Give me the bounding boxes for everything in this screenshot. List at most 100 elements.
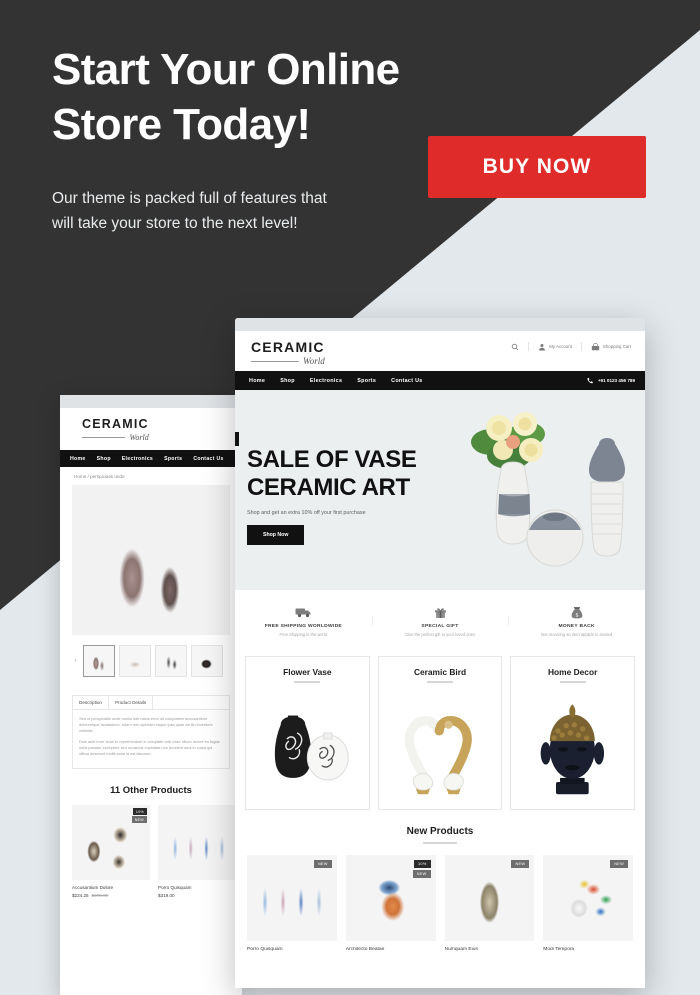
tab-description[interactable]: Description <box>73 696 109 709</box>
nav-item-sports[interactable]: Sports <box>357 378 376 384</box>
main-navigation[interactable]: Home Shop Electronics Sports Contact Us <box>60 450 242 467</box>
category-card-flower-vase[interactable]: Flower Vase <box>245 656 370 810</box>
front-browser-mockup[interactable]: CERAMIC World My Account Shopping Cart H… <box>235 318 645 988</box>
nav-item-electronics[interactable]: Electronics <box>122 456 153 462</box>
nav-item-sports[interactable]: Sports <box>164 456 182 462</box>
product-name[interactable]: Modi Tempora <box>543 947 633 952</box>
truck-icon <box>235 604 372 621</box>
product-name[interactable]: Accusantium Dolore <box>72 885 150 890</box>
product-card[interactable]: NEW Modi Tempora <box>543 854 633 952</box>
hero-subtext-line-1: Our theme is packed full of features tha… <box>52 190 327 207</box>
product-name[interactable]: Porro Quisquam <box>247 947 337 952</box>
header-tools[interactable]: My Account Shopping Cart <box>511 342 631 351</box>
my-account-label: My Account <box>549 344 572 349</box>
category-card-home-decor[interactable]: Home Decor <box>510 656 636 810</box>
product-card[interactable]: 10% NEW Accusantium Dolore $224.25 $295.0… <box>72 805 150 898</box>
product-price-current: $319.00 <box>158 893 175 898</box>
product-image[interactable] <box>158 805 236 880</box>
promo-banner-title: SALE OF VASE CERAMIC ART <box>247 446 417 502</box>
right-vase-art <box>589 438 625 557</box>
category-title: Ceramic Bird <box>413 667 467 677</box>
tab-panel-description: Sed ut perspiciatis unde omnis iste natu… <box>73 710 229 768</box>
product-main-image[interactable] <box>72 485 230 635</box>
product-card[interactable]: NEW Porro Quisquam <box>247 854 337 952</box>
product-card[interactable]: 10% NEW Architecto Beatae <box>345 854 436 952</box>
back-browser-mockup[interactable]: CERAMIC World Home Shop Electronics Spor… <box>60 395 242 995</box>
product-info-tabs[interactable]: Description Product Details Sed ut persp… <box>72 695 230 769</box>
product-image[interactable]: NEW <box>247 854 337 941</box>
product-price-current: $224.25 <box>72 893 89 898</box>
product-image[interactable]: 10% NEW <box>72 805 150 880</box>
hero-copy: Start Your Online Store Today! Our theme… <box>52 42 482 236</box>
category-title: Home Decor <box>548 667 598 677</box>
promo-banner-copy: SALE OF VASE CERAMIC ART Shop and get an… <box>247 446 417 545</box>
buy-now-button[interactable]: BUY NOW <box>428 136 646 198</box>
nav-item-contact-us[interactable]: Contact Us <box>193 456 223 462</box>
product-card[interactable]: Porro Quisquam $319.00 <box>158 805 236 898</box>
nav-item-shop[interactable]: Shop <box>280 378 295 384</box>
tab-product-details[interactable]: Product Details <box>109 696 154 709</box>
nav-item-electronics[interactable]: Electronics <box>310 378 342 384</box>
feature-title: FREE SHIPPING WORLDWIDE <box>264 623 342 629</box>
search-button[interactable] <box>511 343 519 351</box>
hero-subtext: Our theme is packed full of features tha… <box>52 186 482 236</box>
shop-now-button[interactable]: Shop Now <box>247 525 305 545</box>
thumbnail-1[interactable] <box>83 645 115 677</box>
user-icon <box>539 343 546 350</box>
site-header: CERAMIC World <box>60 408 242 450</box>
nav-item-shop[interactable]: Shop <box>97 456 111 462</box>
logo-text: CERAMIC <box>82 417 149 431</box>
logo[interactable]: CERAMIC World <box>82 418 149 442</box>
hero-subtext-line-2: will take your store to the next level! <box>52 215 298 232</box>
product-price-old: $295.00 <box>91 893 109 898</box>
nav-item-home[interactable]: Home <box>70 456 86 462</box>
feature-subtitle: Give the perfect gift to your loved ones <box>404 631 476 637</box>
promo-banner-subtitle: Shop and get an extra 10% off your first… <box>247 510 366 516</box>
category-row: Flower Vase Ceramic Bird Home Decor <box>245 656 636 810</box>
new-products-row: NEW Porro Quisquam 10% NEW Architecto Be… <box>235 844 645 952</box>
logo[interactable]: CERAMIC World <box>251 340 325 366</box>
new-badge: NEW <box>412 869 431 878</box>
nav-item-home[interactable]: Home <box>249 378 265 384</box>
cart-icon <box>591 342 600 350</box>
category-card-ceramic-bird[interactable]: Ceramic Bird <box>377 656 503 810</box>
shopping-cart-link[interactable]: Shopping Cart <box>591 342 631 351</box>
product-name[interactable]: Architecto Beatae <box>346 947 436 952</box>
main-navigation[interactable]: Home Shop Electronics Sports Contact Us … <box>235 371 645 390</box>
product-name[interactable]: Porro Quisquam <box>158 885 236 890</box>
thumbnail-4[interactable] <box>191 645 223 677</box>
thumbnail-2[interactable] <box>119 645 151 677</box>
product-thumbnail-strip[interactable]: ‹ <box>72 645 230 677</box>
divider <box>580 342 582 351</box>
nav-item-contact-us[interactable]: Contact Us <box>391 378 422 384</box>
shopping-cart-label: Shopping Cart <box>602 344 631 349</box>
category-title: Flower Vase <box>283 667 332 677</box>
money-bag-icon: $ <box>508 604 645 621</box>
feature-special-gift: SPECIAL GIFT Give the perfect gift to yo… <box>371 604 509 637</box>
feature-free-shipping: FREE SHIPPING WORLDWIDE Free Shipping in… <box>235 604 372 637</box>
banner-accent-tick <box>235 432 239 446</box>
description-paragraph-2: Duis aute irure dolor in reprehenderit i… <box>79 739 220 756</box>
browser-chrome-bar <box>60 395 242 408</box>
product-gallery[interactable] <box>72 485 230 635</box>
category-section: Flower Vase Ceramic Bird Home Decor <box>235 650 645 810</box>
browser-chrome-bar <box>235 318 645 331</box>
phone-icon <box>587 377 593 383</box>
product-name[interactable]: Numquam Eius <box>445 947 535 952</box>
feature-strip: FREE SHIPPING WORLDWIDE Free Shipping in… <box>235 590 645 650</box>
product-card[interactable]: NEW Numquam Eius <box>444 854 535 952</box>
thumbnail-prev-arrow-icon[interactable]: ‹ <box>72 658 79 664</box>
product-image[interactable]: NEW <box>543 854 633 941</box>
tab-list[interactable]: Description Product Details <box>73 696 229 710</box>
phone-number[interactable]: +91 0123 456 789 <box>586 371 635 390</box>
product-image[interactable]: 10% NEW <box>345 854 436 941</box>
breadcrumb[interactable]: Home / perspiciatis unde <box>60 467 242 485</box>
promo-banner[interactable]: SALE OF VASE CERAMIC ART Shop and get an… <box>235 390 645 590</box>
new-products-heading: New Products <box>406 826 474 837</box>
logo-script-text: World <box>303 356 325 366</box>
promo-title-line-2: CERAMIC ART <box>247 474 410 501</box>
thumbnail-3[interactable] <box>155 645 187 677</box>
my-account-link[interactable]: My Account <box>538 343 572 351</box>
product-image[interactable]: NEW <box>444 854 535 941</box>
new-badge: NEW <box>511 859 530 868</box>
